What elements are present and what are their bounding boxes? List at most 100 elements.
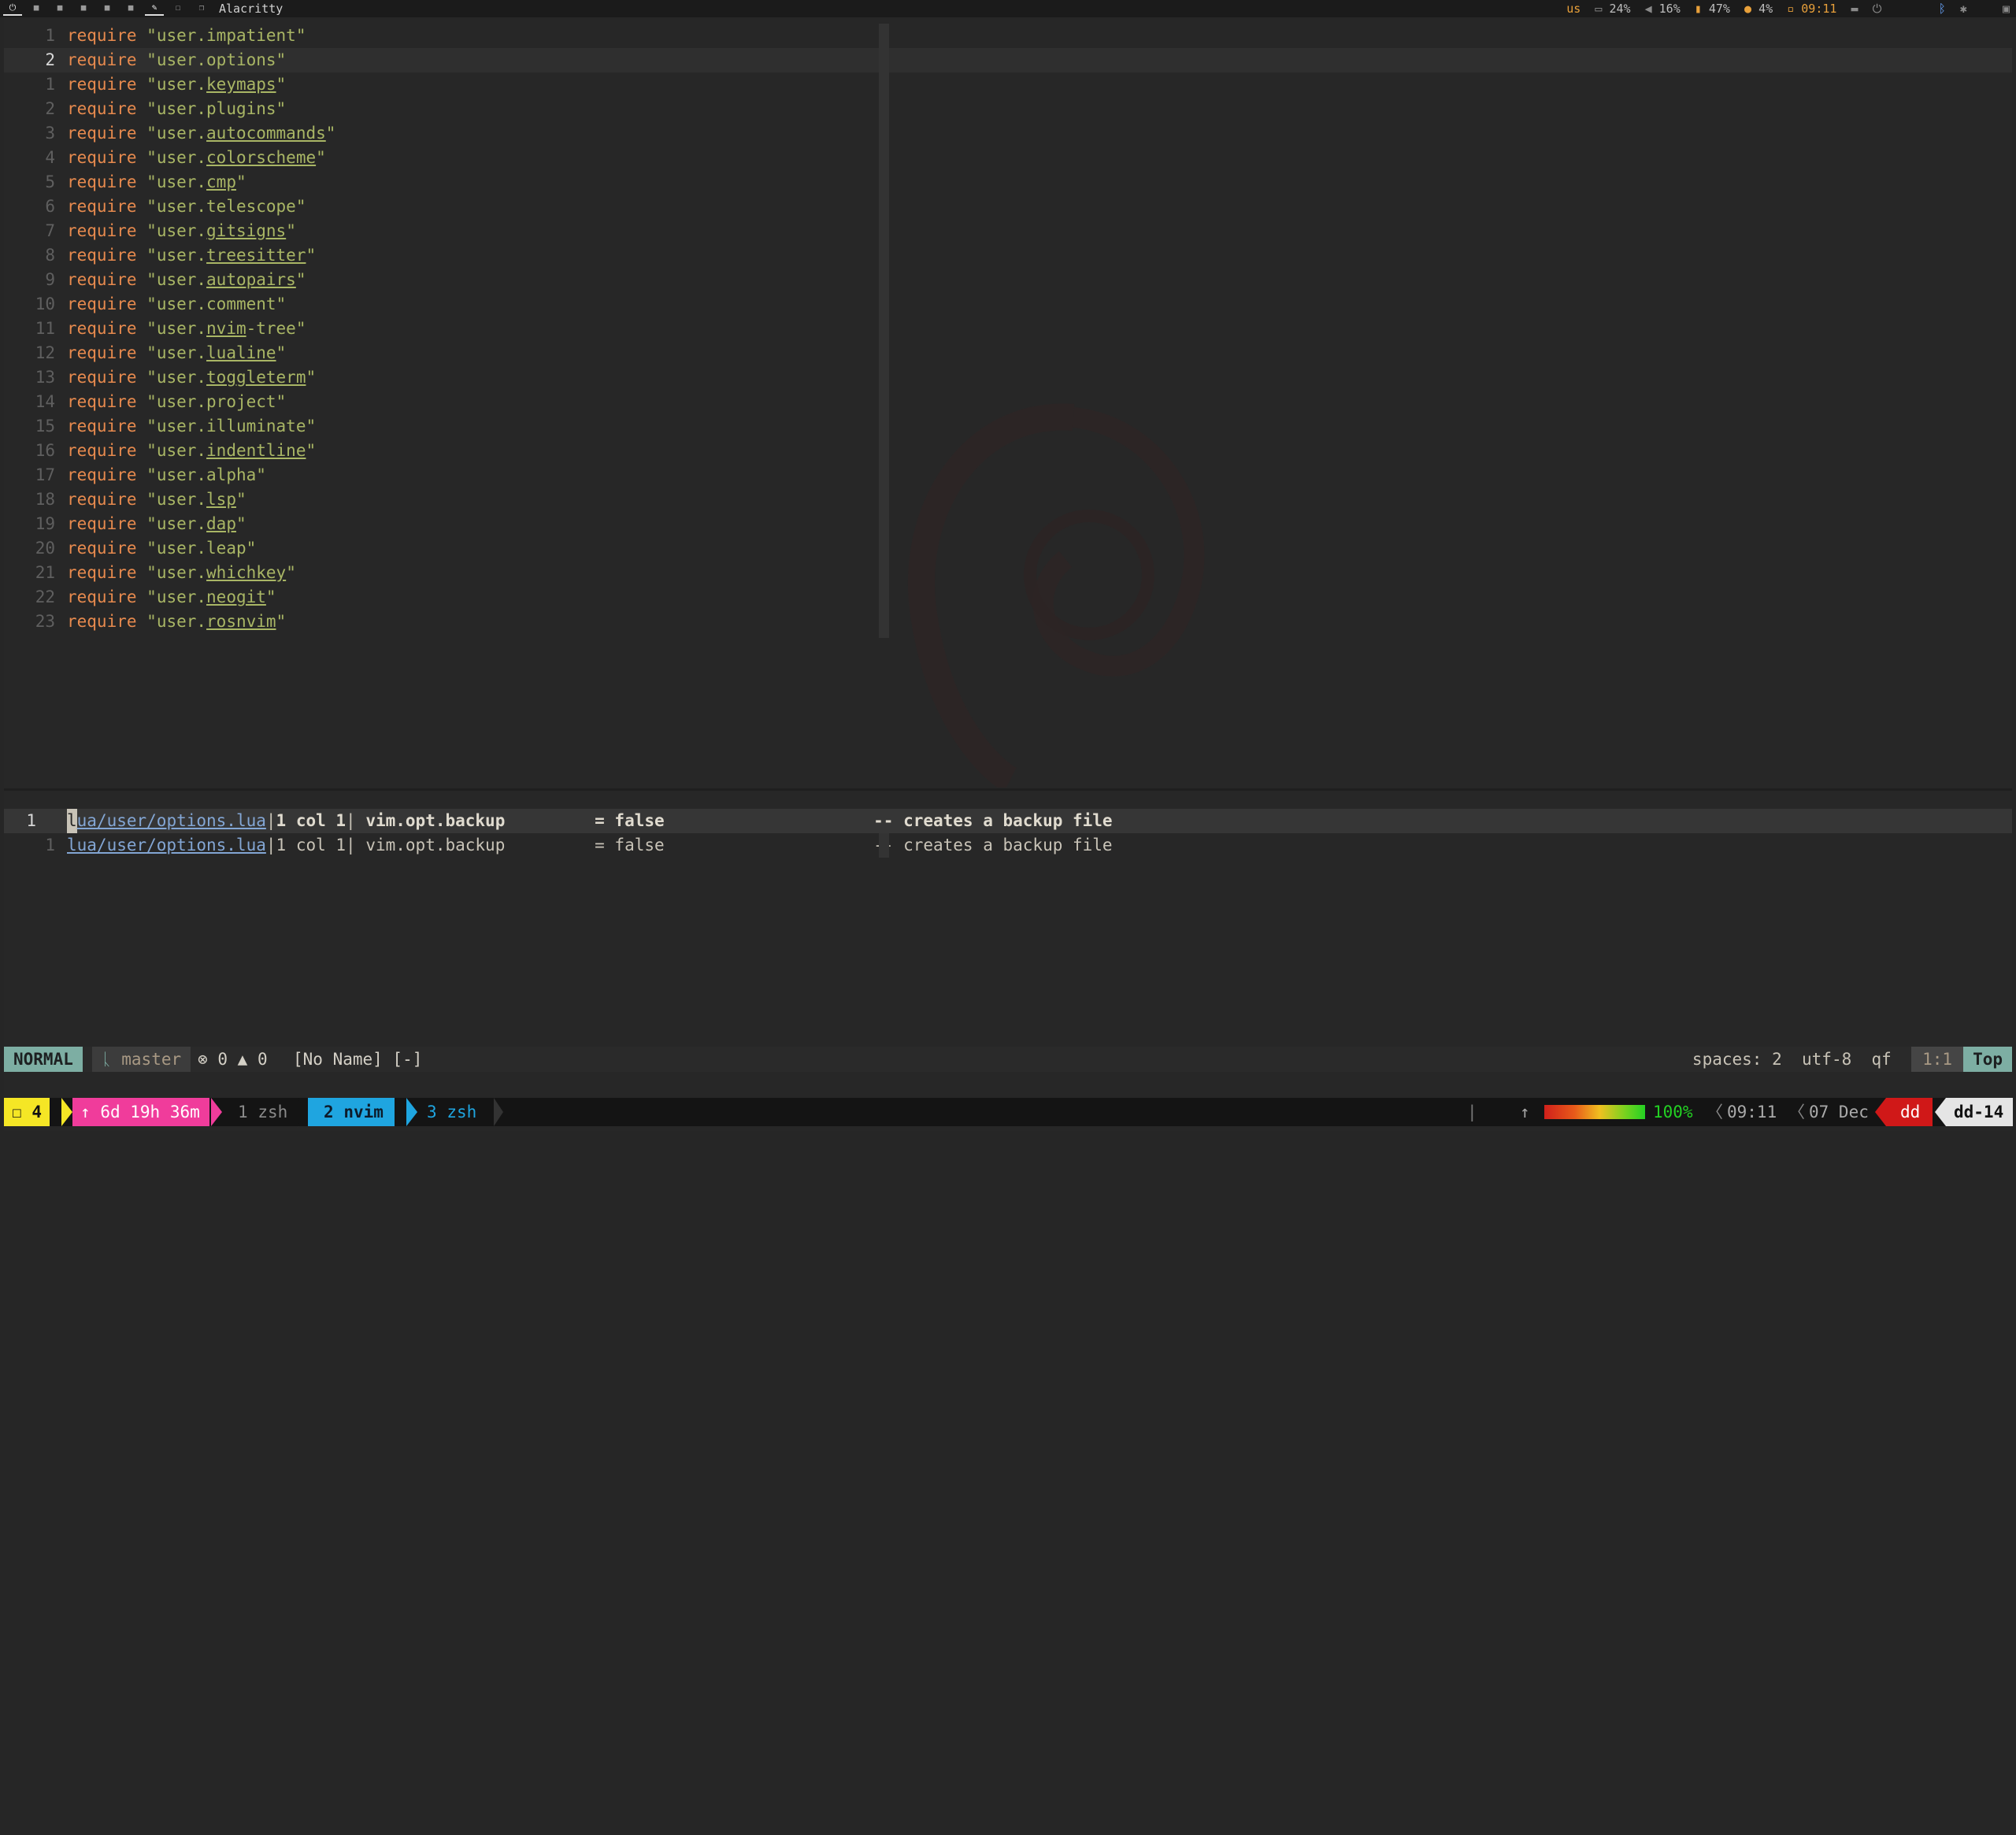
line-number: 1: [45, 26, 55, 45]
bluetooth-icon[interactable]: ᛒ: [1889, 2, 1946, 16]
tmux-date: 07 Dec: [1809, 1103, 1869, 1121]
horizontal-split-separator[interactable]: [4, 788, 2012, 791]
quickfix-file-link[interactable]: lua/user/options.lua: [67, 836, 266, 854]
quickfix-item[interactable]: 1 lua/user/options.lua|1 col 1| vim.opt.b…: [4, 833, 2012, 858]
code-text: require "user.keymaps": [67, 75, 287, 94]
code-text: require "user.plugins": [67, 99, 287, 118]
battery-level: 47%: [1708, 2, 1730, 16]
cursor-position: 1:1: [1911, 1047, 1964, 1072]
tmux-time: 09:11: [1727, 1103, 1777, 1121]
line-number: 5: [45, 172, 55, 191]
workspace-8-icon[interactable]: ☐: [169, 2, 187, 14]
tray-icon[interactable]: ▣: [1974, 2, 2010, 16]
line-number: 12: [35, 343, 55, 362]
scroll-progress: Top: [1963, 1047, 2012, 1072]
quickfix-split-separator[interactable]: [879, 833, 889, 858]
tmux-uptime: ↑ 6d 19h 36m: [72, 1098, 209, 1126]
error-icon: ⊗: [198, 1050, 208, 1069]
quickfix-file-link[interactable]: lua/user/options.lua: [67, 809, 266, 833]
separator-arrow: [61, 1098, 72, 1126]
window-title: Alacritty: [219, 2, 284, 16]
code-text: require "user.illuminate": [67, 417, 317, 436]
lock-icon[interactable]: ▬: [1844, 2, 1858, 16]
quickfix-item[interactable]: 1 lua/user/options.lua|1 col 1| vim.opt.b…: [4, 809, 2012, 833]
code-text: require "user.impatient": [67, 26, 306, 45]
code-text: require "user.telescope": [67, 197, 306, 216]
line-number: 14: [35, 392, 55, 411]
window-manager-bar: ⏻ ■ ■ ■ ■ ■ ✎ ☐ ❐ Alacritty us ▭ 24% ◀ 16% ▮ 47%…: [0, 0, 2016, 17]
uptime-value: 6d 19h 36m: [100, 1103, 200, 1121]
workspace-1-icon[interactable]: ⏻: [3, 2, 22, 16]
separator-chevron: 〈: [1788, 1103, 1805, 1121]
volume-level[interactable]: 16%: [1659, 2, 1681, 16]
battery-icon: ▮: [1687, 2, 1702, 16]
tmux-window-3[interactable]: 3 zsh: [427, 1098, 476, 1126]
vertical-split-separator[interactable]: [879, 24, 889, 638]
code-text: require "user.nvim-tree": [67, 319, 306, 338]
workspace-5-icon[interactable]: ■: [98, 2, 117, 14]
warning-count: 0: [257, 1050, 268, 1069]
line-number: 11: [35, 319, 55, 338]
terminal-window[interactable]: 1 require "user.impatient" 2 require "user.…: [4, 19, 2014, 1131]
line-number: 9: [45, 270, 55, 289]
debian-swirl-wallpaper: [907, 403, 1205, 788]
diagnostics[interactable]: ⊗ 0 ▲ 0: [198, 1047, 268, 1072]
disk-icon: ▭: [1588, 2, 1603, 16]
line-number: 20: [35, 539, 55, 558]
workspace-6-icon[interactable]: ■: [121, 2, 140, 14]
line-number: 23: [35, 612, 55, 631]
line-number: 22: [35, 588, 55, 606]
buffer-name: [No Name] [-]: [293, 1050, 423, 1069]
line-number: 21: [35, 563, 55, 582]
code-text: require "user.alpha": [67, 465, 266, 484]
tmux-window-1[interactable]: 1 zsh: [238, 1098, 287, 1126]
code-text: require "user.comment": [67, 295, 287, 313]
code-text: require "user.neogit": [67, 588, 276, 606]
quickfix-text: lua/user/options.lua|1 col 1| vim.opt.ba…: [67, 836, 1113, 854]
code-text: require "user.project": [67, 392, 287, 411]
line-number: 19: [35, 514, 55, 533]
volume-icon[interactable]: ◀: [1638, 2, 1652, 16]
workspace-9-icon[interactable]: ❐: [192, 2, 211, 14]
network-icon[interactable]: ✱: [1953, 2, 1967, 16]
tmux-session[interactable]: ☐ 4: [4, 1098, 50, 1126]
cursor-line-highlight: [4, 48, 2012, 72]
code-text: require "user.options": [67, 50, 287, 69]
power-icon[interactable]: ⏻: [1866, 2, 1882, 16]
line-number: 1: [45, 75, 55, 94]
git-branch[interactable]: ᚳ master: [92, 1047, 191, 1072]
line-number: 18: [35, 490, 55, 509]
line-number: 17: [35, 465, 55, 484]
cpu-icon: ●: [1737, 2, 1752, 16]
line-number: 15: [35, 417, 55, 436]
disk-usage: 24%: [1609, 2, 1631, 16]
line-number: 7: [45, 221, 55, 240]
git-branch-icon: ᚳ: [102, 1050, 112, 1069]
battery-charging-icon: ↑: [1520, 1103, 1530, 1121]
battery-percent: 100%: [1653, 1103, 1693, 1121]
error-count: 0: [217, 1050, 228, 1069]
separator-arrow: [211, 1098, 222, 1126]
tmux-user: dd: [1886, 1098, 1933, 1126]
session-icon: ☐: [12, 1103, 22, 1121]
workspace-2-icon[interactable]: ■: [27, 2, 46, 14]
separator-arrow: [406, 1098, 417, 1126]
separator-arrow: [297, 1098, 308, 1126]
nvim-statusline: NORMAL ᚳ master ⊗ 0 ▲ 0 [No Name] [-] sp…: [4, 1047, 2012, 1072]
line-number: 1: [26, 811, 36, 830]
code-text: require "user.lualine": [67, 343, 287, 362]
separator-arrow: [494, 1098, 503, 1126]
workspace-3-icon[interactable]: ■: [50, 2, 69, 14]
indent-info: spaces: 2: [1692, 1050, 1782, 1069]
battery-gauge: [1544, 1105, 1645, 1119]
workspace-7-icon[interactable]: ✎: [145, 2, 164, 16]
line-number: 6: [45, 197, 55, 216]
tmux-window-2[interactable]: 2 nvim: [308, 1098, 395, 1126]
workspace-4-icon[interactable]: ■: [74, 2, 93, 14]
keyboard-layout[interactable]: us: [1566, 2, 1581, 16]
code-text: require "user.whichkey": [67, 563, 296, 582]
line-number: 13: [35, 368, 55, 387]
divider: |: [1467, 1103, 1477, 1121]
line-number: 1: [45, 836, 55, 854]
file-encoding: utf-8: [1802, 1050, 1852, 1069]
